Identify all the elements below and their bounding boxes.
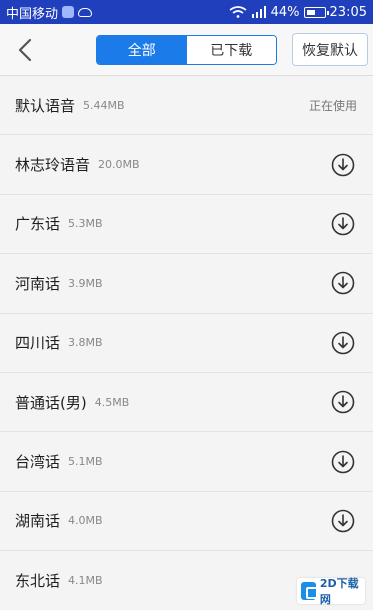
voice-size: 4.0MB xyxy=(68,514,103,528)
voice-name: 默认语音 xyxy=(15,96,76,115)
battery-percent: 44% xyxy=(270,4,300,20)
battery-icon xyxy=(303,6,329,18)
carrier-label: 中国移动 xyxy=(6,6,59,22)
voice-size: 3.9MB xyxy=(68,276,103,290)
voice-size: 5.44MB xyxy=(83,98,125,112)
filter-tabs: 全部 已下载 xyxy=(96,35,277,65)
watermark-icon xyxy=(301,582,318,600)
list-item[interactable]: 四川话 3.8MB xyxy=(0,313,373,373)
tab-all[interactable]: 全部 xyxy=(97,36,187,64)
status-bar: 中国移动 44% 23:05 xyxy=(0,0,373,24)
chevron-left-icon[interactable] xyxy=(12,36,40,64)
voice-name: 河南话 xyxy=(15,274,61,293)
list-item[interactable]: 台湾话 5.1MB xyxy=(0,432,373,492)
voice-list: 默认语音 5.44MB 正在使用 林志玲语音 20.0MB 广东话 5.3MB … xyxy=(0,76,373,610)
list-item[interactable]: 湖南话 4.0MB xyxy=(0,491,373,552)
download-icon[interactable] xyxy=(331,509,355,533)
clock: 23:05 xyxy=(329,4,367,20)
toolbar: 全部 已下载 恢复默认 xyxy=(0,24,373,76)
signal-icon xyxy=(251,6,267,18)
in-use-label: 正在使用 xyxy=(308,98,357,113)
list-item[interactable]: 广东话 5.3MB xyxy=(0,194,373,255)
watermark-logo: 2D下载网 xyxy=(297,577,365,606)
voice-size: 5.1MB xyxy=(68,455,103,469)
voice-size: 3.8MB xyxy=(68,336,103,350)
download-icon[interactable] xyxy=(331,450,355,474)
voice-size: 4.1MB xyxy=(68,573,103,587)
list-item[interactable]: 林志玲语音 20.0MB xyxy=(0,135,373,195)
cloud-icon xyxy=(78,7,93,17)
download-icon[interactable] xyxy=(331,271,355,295)
list-item[interactable]: 普通话(男) 4.5MB xyxy=(0,372,373,433)
voice-name: 广东话 xyxy=(15,215,61,234)
download-icon[interactable] xyxy=(331,153,355,177)
voice-name: 东北话 xyxy=(15,571,61,590)
watermark-text: 2D下载网 xyxy=(319,577,359,606)
wifi-icon xyxy=(229,6,247,18)
voice-size: 5.3MB xyxy=(68,217,103,231)
tab-downloaded[interactable]: 已下载 xyxy=(186,36,276,64)
list-item[interactable]: 河南话 3.9MB xyxy=(0,254,373,314)
notification-icon xyxy=(62,6,75,18)
voice-name: 四川话 xyxy=(15,334,61,353)
voice-name: 普通话(男) xyxy=(15,393,87,412)
download-icon[interactable] xyxy=(331,212,355,236)
download-icon[interactable] xyxy=(331,390,355,414)
voice-size: 20.0MB xyxy=(98,158,140,172)
download-icon[interactable] xyxy=(331,331,355,355)
voice-name: 湖南话 xyxy=(15,512,61,531)
restore-default-button[interactable]: 恢复默认 xyxy=(292,33,368,66)
voice-name: 林志玲语音 xyxy=(15,156,91,175)
voice-name: 台湾话 xyxy=(15,453,61,472)
voice-size: 4.5MB xyxy=(94,395,130,409)
list-item[interactable]: 默认语音 5.44MB 正在使用 xyxy=(0,76,373,136)
